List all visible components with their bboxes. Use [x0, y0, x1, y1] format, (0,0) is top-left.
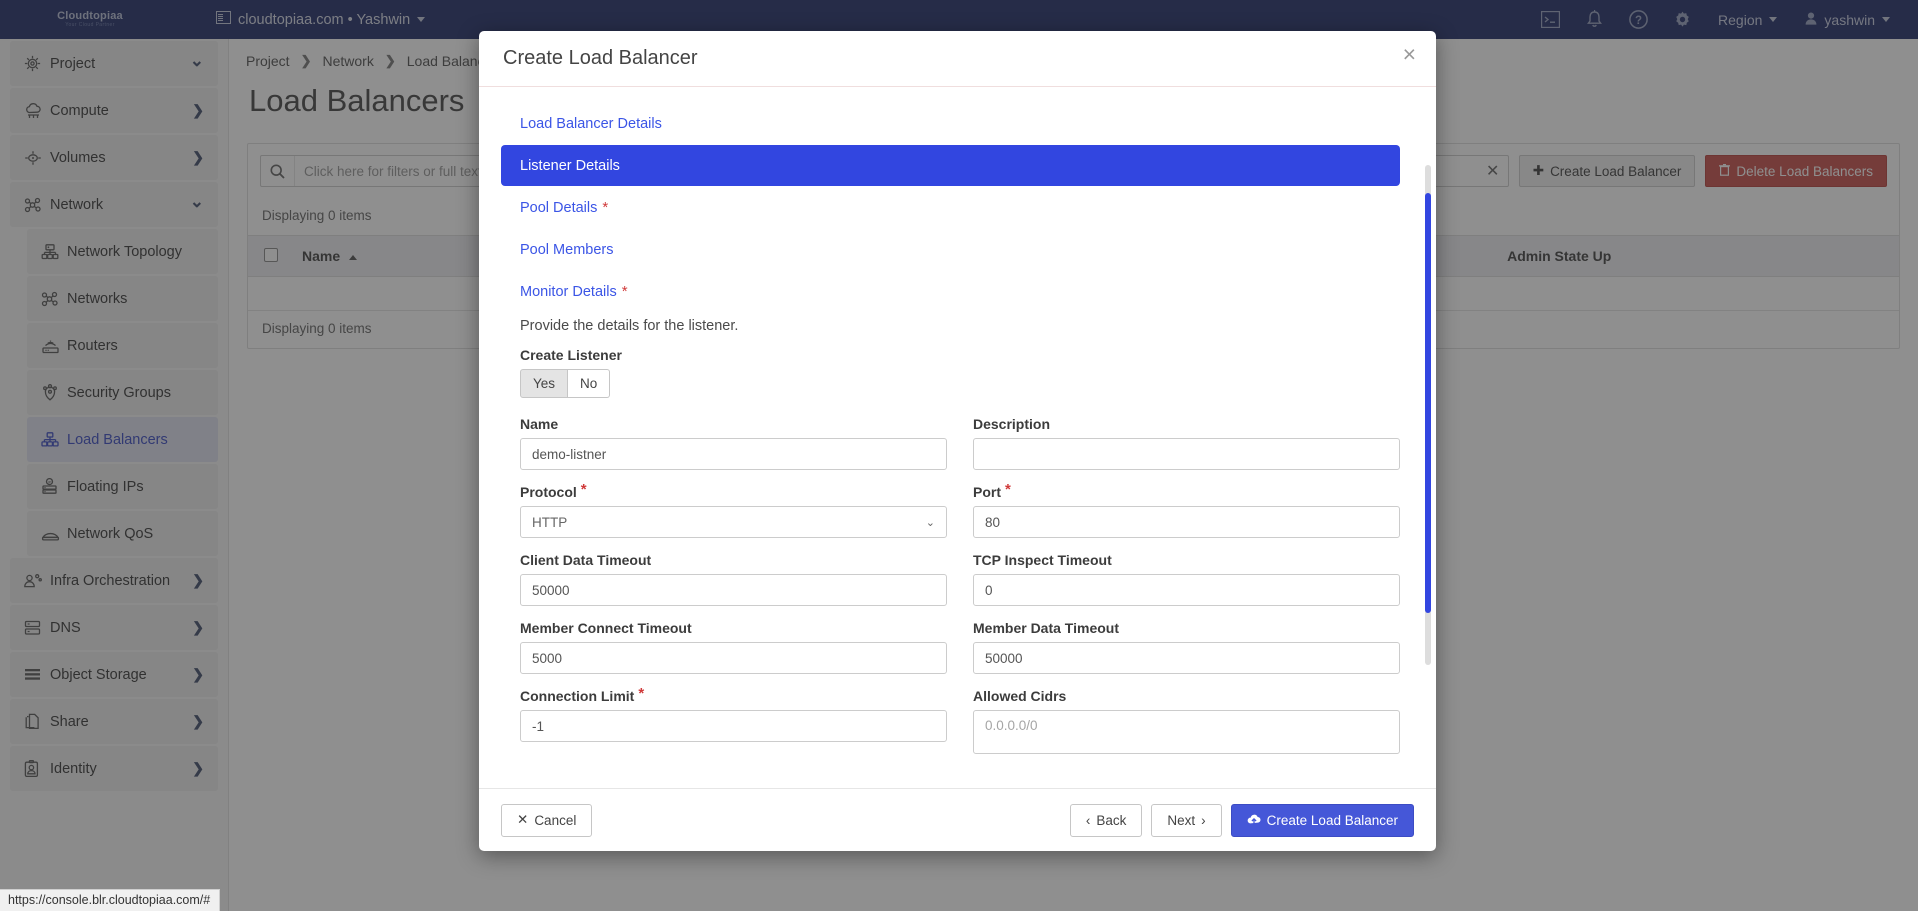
field-label-port: Port * [973, 484, 1400, 500]
field-label-name: Name [520, 416, 947, 432]
field-label-text: Connection Limit [520, 688, 634, 704]
modal-body: Load Balancer Details Listener Details Poo… [479, 87, 1436, 788]
form-row: Name Description [520, 416, 1400, 470]
required-asterisk-icon: * [1005, 482, 1011, 497]
field-label-connection-limit: Connection Limit * [520, 688, 947, 704]
input-connection-limit[interactable] [520, 710, 947, 742]
modal-footer-actions: ‹ Back Next › Create Load Balancer [1070, 804, 1414, 837]
form-field-connection-limit: Connection Limit * [520, 688, 947, 759]
field-label-protocol: Protocol * [520, 484, 947, 500]
create-load-balancer-modal: Create Load Balancer × Load Balancer Det… [479, 31, 1436, 851]
form-field-allowed-cidrs: Allowed Cidrs [973, 688, 1400, 759]
modal-header: Create Load Balancer × [479, 31, 1436, 87]
wizard-tab-pool-members[interactable]: Pool Members [501, 229, 1400, 270]
modal-title: Create Load Balancer [503, 47, 698, 70]
wizard-tab-load-balancer-details[interactable]: Load Balancer Details [501, 103, 1400, 144]
modal-footer: ✕ Cancel ‹ Back Next › Create Load Balan… [479, 788, 1436, 851]
input-tcp-inspect-timeout[interactable] [973, 574, 1400, 606]
form-field-client-data-timeout: Client Data Timeout [520, 552, 947, 606]
cancel-label: Cancel [534, 813, 576, 828]
create-listener-no-button[interactable]: No [568, 369, 610, 398]
next-label: Next [1167, 813, 1195, 828]
chevron-left-icon: ‹ [1086, 813, 1091, 828]
form-field-protocol: Protocol * HTTP ⌄ [520, 484, 947, 538]
field-label-text: Member Connect Timeout [520, 620, 692, 636]
form-field-member-data-timeout: Member Data Timeout [973, 620, 1400, 674]
required-asterisk-icon: * [581, 482, 587, 497]
field-label-text: Allowed Cidrs [973, 688, 1066, 704]
close-icon: ✕ [517, 812, 528, 828]
wizard-tab-monitor-details[interactable]: Monitor Details * [501, 271, 1400, 312]
field-label-text: Member Data Timeout [973, 620, 1119, 636]
textarea-allowed-cidrs[interactable] [973, 710, 1400, 754]
create-submit-label: Create Load Balancer [1267, 813, 1398, 828]
form-field-port: Port * [973, 484, 1400, 538]
back-button[interactable]: ‹ Back [1070, 804, 1143, 837]
form-row: Protocol * HTTP ⌄ Port * [520, 484, 1400, 538]
listener-form: Create Listener Yes No Name Description Pr… [501, 347, 1400, 759]
cancel-button[interactable]: ✕ Cancel [501, 804, 592, 837]
create-listener-yes-button[interactable]: Yes [520, 369, 568, 398]
wizard-tab-listener-details[interactable]: Listener Details [501, 145, 1400, 186]
modal-scrollbar-thumb[interactable] [1425, 193, 1431, 613]
status-bar-url: https://console.blr.cloudtopiaa.com/# [0, 889, 220, 911]
field-label-tcp-inspect-timeout: TCP Inspect Timeout [973, 552, 1400, 568]
input-member-data-timeout[interactable] [973, 642, 1400, 674]
wizard-tab-list: Load Balancer Details Listener Details Poo… [501, 103, 1400, 312]
input-description[interactable] [973, 438, 1400, 470]
cloud-upload-icon [1247, 813, 1261, 828]
field-label-text: Protocol [520, 484, 577, 500]
form-field-description: Description [973, 416, 1400, 470]
field-label-client-data-timeout: Client Data Timeout [520, 552, 947, 568]
close-icon[interactable]: × [1403, 43, 1416, 66]
wizard-tab-label: Monitor Details [520, 284, 617, 300]
select-protocol[interactable]: HTTP ⌄ [520, 506, 947, 538]
input-member-connect-timeout[interactable] [520, 642, 947, 674]
chevron-down-icon: ⌄ [926, 516, 935, 529]
form-row: Member Connect Timeout Member Data Timeou… [520, 620, 1400, 674]
form-field-tcp-inspect-timeout: TCP Inspect Timeout [973, 552, 1400, 606]
field-label-member-data-timeout: Member Data Timeout [973, 620, 1400, 636]
create-load-balancer-submit-button[interactable]: Create Load Balancer [1231, 804, 1414, 837]
wizard-tab-label: Pool Members [520, 242, 613, 258]
form-field-member-connect-timeout: Member Connect Timeout [520, 620, 947, 674]
listener-fields: Name Description Protocol * HTTP ⌄ Port * Client… [520, 416, 1400, 759]
wizard-tab-label: Listener Details [520, 158, 620, 174]
form-row: Connection Limit * Allowed Cidrs [520, 688, 1400, 759]
required-asterisk-icon: * [638, 686, 644, 701]
modal-scroll-area: Load Balancer Details Listener Details Poo… [501, 103, 1414, 788]
wizard-tab-label: Pool Details [520, 200, 597, 216]
step-description: Provide the details for the listener. [520, 318, 1400, 334]
field-label-text: TCP Inspect Timeout [973, 552, 1112, 568]
field-label-member-connect-timeout: Member Connect Timeout [520, 620, 947, 636]
input-port[interactable] [973, 506, 1400, 538]
field-label-allowed-cidrs: Allowed Cidrs [973, 688, 1400, 704]
chevron-right-icon: › [1201, 813, 1206, 828]
form-row: Client Data Timeout TCP Inspect Timeout [520, 552, 1400, 606]
input-name[interactable] [520, 438, 947, 470]
next-button[interactable]: Next › [1151, 804, 1221, 837]
required-asterisk-icon: * [622, 284, 628, 299]
field-label-text: Name [520, 416, 558, 432]
field-label-text: Port [973, 484, 1001, 500]
form-field-name: Name [520, 416, 947, 470]
select-value-protocol: HTTP [532, 515, 567, 530]
field-label-text: Description [973, 416, 1050, 432]
input-client-data-timeout[interactable] [520, 574, 947, 606]
create-listener-toggle: Yes No [520, 369, 1400, 398]
modal-scrollbar[interactable] [1425, 165, 1431, 665]
field-label-description: Description [973, 416, 1400, 432]
required-asterisk-icon: * [602, 200, 608, 215]
wizard-tab-pool-details[interactable]: Pool Details * [501, 187, 1400, 228]
field-label-text: Client Data Timeout [520, 552, 651, 568]
wizard-tab-label: Load Balancer Details [520, 116, 662, 132]
create-listener-label: Create Listener [520, 347, 1400, 363]
back-label: Back [1096, 813, 1126, 828]
